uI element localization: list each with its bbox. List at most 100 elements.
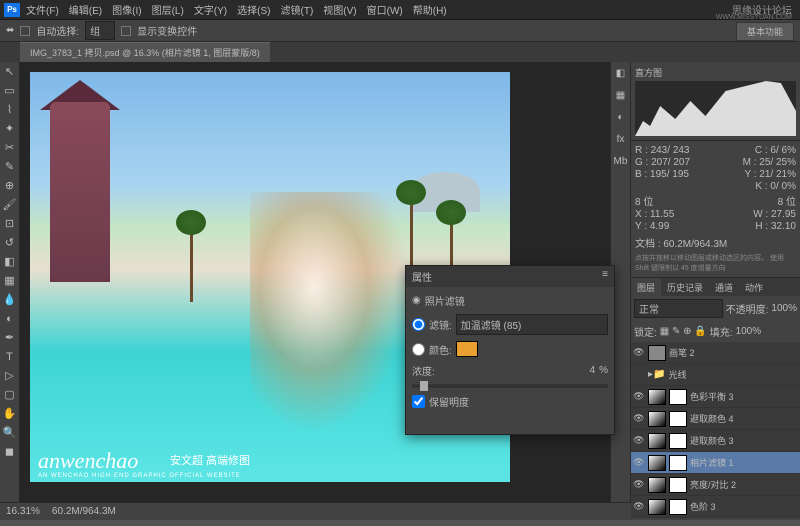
watermark-en: AN WENCHAO HIGH-END GRAPHIC OFFICIAL WEB… (38, 473, 241, 479)
eraser-tool[interactable]: ◧ (0, 252, 19, 271)
density-value[interactable]: 4 (590, 365, 596, 376)
lasso-tool[interactable]: ⌇ (0, 100, 19, 119)
marquee-tool[interactable]: ▭ (0, 81, 19, 100)
layer-thumb (648, 455, 666, 471)
layer-row[interactable]: 👁相片滤镜 1 (631, 452, 800, 474)
blend-mode-select[interactable]: 正常 (634, 299, 723, 318)
preserve-checkbox[interactable] (412, 395, 425, 408)
layer-thumb (648, 411, 666, 427)
visibility-icon[interactable]: 👁 (633, 391, 645, 403)
color-swatch[interactable] (456, 341, 478, 357)
layer-row[interactable]: 👁画笔 2 (631, 342, 800, 364)
filter-label: 滤镜: (429, 317, 452, 332)
menu-filter[interactable]: 滤镜(T) (281, 2, 314, 17)
layer-name: 避取颜色 3 (690, 434, 798, 447)
menu-help[interactable]: 帮助(H) (413, 2, 447, 17)
layer-row[interactable]: 👁 亮度/对比 2 (631, 474, 800, 496)
mask-thumb (669, 499, 687, 515)
adj-type-icon: ◉ (412, 295, 421, 306)
fill-value[interactable]: 100% (736, 326, 762, 337)
histogram-graph (635, 81, 796, 136)
preserve-label: 保留明度 (429, 394, 469, 409)
pen-tool[interactable]: ✒ (0, 328, 19, 347)
dodge-tool[interactable]: ◐ (0, 309, 19, 328)
layer-name: 光线 (668, 368, 798, 381)
histogram-title: 直方图 (635, 66, 796, 79)
watermark-script: anwenchao (38, 448, 138, 474)
menu-view[interactable]: 视图(V) (323, 2, 356, 17)
menu-layer[interactable]: 图层(L) (152, 2, 184, 17)
visibility-icon[interactable]: 👁 (633, 347, 645, 359)
eyedropper-tool[interactable]: ✎ (0, 157, 19, 176)
adjust-panel-icon[interactable]: ◐ (611, 106, 630, 128)
history-brush-tool[interactable]: ↺ (0, 233, 19, 252)
tab-channels[interactable]: 通道 (709, 278, 739, 296)
menu-window[interactable]: 窗口(W) (367, 2, 403, 17)
crop-tool[interactable]: ✂ (0, 138, 19, 157)
zoom-level[interactable]: 16.31% (6, 506, 40, 517)
lock-icons[interactable]: ▦ ✎ ⊕ 🔒 (660, 326, 707, 337)
color-swatch[interactable]: ◼ (0, 442, 19, 461)
layer-thumb (648, 345, 666, 361)
styles-panel-icon[interactable]: fx (611, 128, 630, 150)
mask-thumb (669, 477, 687, 493)
gradient-tool[interactable]: ▦ (0, 271, 19, 290)
type-tool[interactable]: T (0, 347, 19, 366)
app-icon[interactable]: Ps (4, 3, 20, 17)
density-slider[interactable] (412, 384, 608, 388)
blur-tool[interactable]: 💧 (0, 290, 19, 309)
filter-select[interactable]: 加温滤镜 (85) (456, 314, 608, 335)
color-panel-icon[interactable]: ◧ (611, 62, 630, 84)
menu-select[interactable]: 选择(S) (237, 2, 270, 17)
color-radio[interactable] (412, 343, 425, 356)
auto-select-checkbox[interactable] (20, 26, 30, 36)
document-tab[interactable]: IMG_3783_1 拷贝.psd @ 16.3% (相片滤镜 1, 图层蒙版/… (20, 42, 270, 62)
layer-row[interactable]: 👁避取颜色 4 (631, 408, 800, 430)
visibility-icon[interactable] (633, 369, 645, 381)
mb-panel-icon[interactable]: Mb (611, 150, 630, 172)
document-tabs: IMG_3783_1 拷贝.psd @ 16.3% (相片滤镜 1, 图层蒙版/… (0, 42, 800, 62)
shape-tool[interactable]: ▢ (0, 385, 19, 404)
wand-tool[interactable]: ✦ (0, 119, 19, 138)
tab-layers[interactable]: 图层 (631, 278, 661, 296)
layer-row[interactable]: 👁色彩平衡 3 (631, 386, 800, 408)
path-tool[interactable]: ▷ (0, 366, 19, 385)
swatches-panel-icon[interactable]: ▦ (611, 84, 630, 106)
zoom-tool[interactable]: 🔍 (0, 423, 19, 442)
opacity-value[interactable]: 100% (771, 303, 797, 314)
doc-info: 60.2M/964.3M (52, 506, 116, 517)
tab-actions[interactable]: 动作 (739, 278, 769, 296)
visibility-icon[interactable]: 👁 (633, 457, 645, 469)
menu-file[interactable]: 文件(F) (26, 2, 59, 17)
menu-bar: Ps 文件(F) 编辑(E) 图像(I) 图层(L) 文字(Y) 选择(S) 滤… (0, 0, 800, 20)
brush-tool[interactable]: 🖌 (0, 195, 19, 214)
heal-tool[interactable]: ⊕ (0, 176, 19, 195)
doc-size: 文档 : 60.2M/964.3M (635, 235, 796, 250)
workspace-button[interactable]: 基本功能 (736, 22, 794, 41)
auto-select-dropdown[interactable]: 组 (85, 21, 115, 40)
hand-tool[interactable]: ✋ (0, 404, 19, 423)
color-label: 颜色: (429, 342, 452, 357)
visibility-icon[interactable]: 👁 (633, 435, 645, 447)
menu-edit[interactable]: 编辑(E) (69, 2, 102, 17)
menu-image[interactable]: 图像(I) (112, 2, 141, 17)
show-transform-label: 显示变换控件 (137, 23, 197, 38)
filter-radio[interactable] (412, 318, 425, 331)
visibility-icon[interactable]: 👁 (633, 479, 645, 491)
panel-menu-icon[interactable]: ≡ (602, 269, 608, 284)
layer-row[interactable]: 👁 避取颜色 3 (631, 430, 800, 452)
visibility-icon[interactable]: 👁 (633, 413, 645, 425)
brand-url: WWW.MISSYUAN.COM (716, 14, 792, 21)
properties-panel: 属性≡ ◉照片滤镜 滤镜:加温滤镜 (85) 颜色: 浓度:4% 保留明度 (405, 265, 615, 435)
layer-row[interactable]: 👁色阶 3 (631, 496, 800, 518)
lock-label: 锁定: (634, 324, 657, 339)
layer-name: 亮度/对比 2 (690, 478, 798, 491)
visibility-icon[interactable]: 👁 (633, 501, 645, 513)
tab-history[interactable]: 历史记录 (661, 278, 709, 296)
layer-row[interactable]: ▸📁光线 (631, 364, 800, 386)
menu-type[interactable]: 文字(Y) (194, 2, 227, 17)
move-tool[interactable]: ↖ (0, 62, 19, 81)
stamp-tool[interactable]: ⊡ (0, 214, 19, 233)
histogram-panel: 直方图 (631, 62, 800, 141)
show-transform-checkbox[interactable] (121, 26, 131, 36)
